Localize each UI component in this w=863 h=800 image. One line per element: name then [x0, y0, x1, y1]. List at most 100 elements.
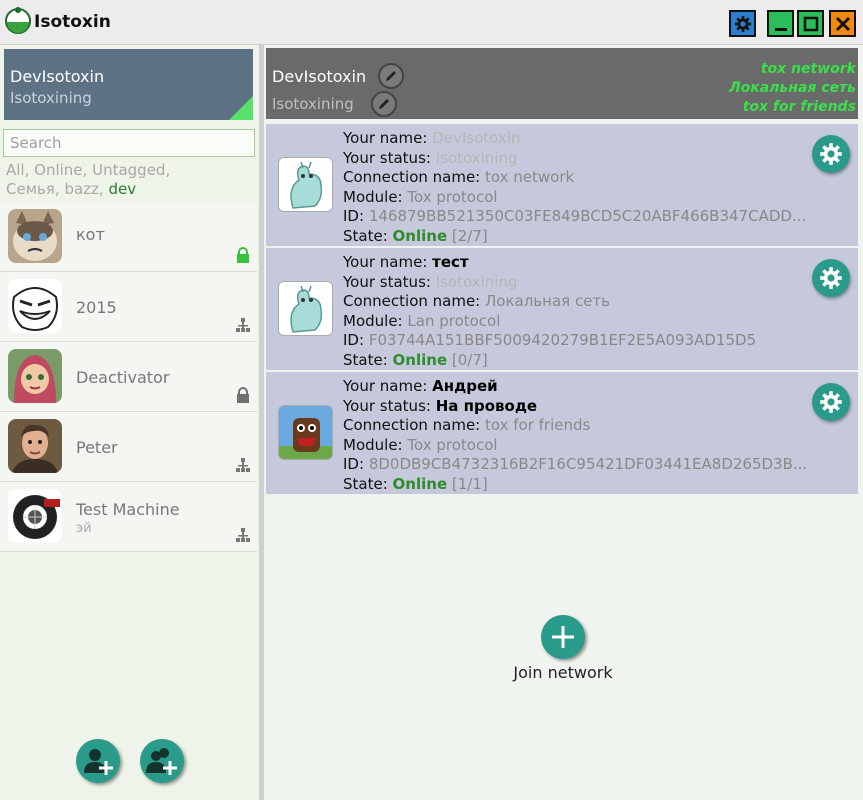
profile-card[interactable]: DevIsotoxin Isotoxining [4, 49, 253, 120]
contact-name: Test Machine [76, 500, 180, 519]
state-count: [2/7] [451, 226, 488, 245]
module-label: Module: [343, 187, 403, 206]
contact-name: Deactivator [76, 368, 170, 387]
module-value: Tox protocol [407, 187, 498, 206]
right-panel: DevIsotoxin Isotoxining tox network Лока… [264, 45, 863, 800]
connection-name-value: tox network [485, 168, 575, 186]
account-details: Your name: Андрей Your status: На провод… [343, 377, 807, 494]
your-status-value: Isotoxining [435, 272, 518, 291]
account-settings-button[interactable] [812, 383, 850, 421]
state-count: [0/7] [451, 350, 488, 369]
pencil-icon [386, 71, 396, 81]
avatar [8, 489, 62, 543]
your-status-value: Isotoxining [435, 148, 518, 167]
state-count: [1/1] [451, 474, 488, 493]
contact-item[interactable]: 2015 [0, 272, 257, 342]
your-status-label: Your status: [343, 396, 431, 415]
gear-icon [734, 15, 751, 32]
network-label: tox network [760, 61, 856, 77]
add-group-button[interactable] [140, 739, 184, 783]
app-title: Isotoxin [34, 12, 111, 32]
state-label: State: [343, 226, 388, 245]
contact-status: эй [76, 521, 92, 536]
avatar [8, 279, 62, 333]
app-logo-icon [5, 7, 31, 34]
id-value: F03744A151BBF5009420279B1EF2E5A093AD15D5 [368, 331, 757, 349]
your-name-value: Андрей [432, 377, 498, 395]
network-icon [236, 528, 250, 542]
profile-status: Isotoxining [10, 89, 92, 107]
connection-name-label: Connection name: [343, 292, 481, 310]
contact-name: кот [76, 225, 105, 244]
status-indicator [229, 96, 253, 120]
id-value: 8D0DB9CB4732316B2F16C95421DF03441EA8D265… [368, 455, 808, 473]
gear-icon [820, 391, 842, 413]
contact-item[interactable]: Test Machine эй [0, 482, 257, 552]
tag-dev[interactable]: dev [108, 180, 136, 198]
connection-name-value: tox for friends [485, 416, 591, 434]
search-input[interactable] [3, 129, 255, 157]
maximize-button[interactable] [797, 10, 824, 37]
network-account-card[interactable]: Your name: Андрей Your status: На провод… [266, 372, 858, 494]
your-name-value: DevIsotoxin [432, 129, 521, 147]
add-contact-button[interactable] [76, 739, 120, 783]
join-network-label: Join network [513, 663, 613, 682]
state-label: State: [343, 474, 388, 493]
id-label: ID: [343, 455, 365, 473]
tag-bazz[interactable]: bazz [64, 180, 98, 198]
network-icon [236, 318, 250, 332]
avatar [8, 419, 62, 473]
edit-status-button[interactable] [371, 91, 397, 117]
tag-all[interactable]: All [6, 161, 25, 179]
settings-button[interactable] [729, 10, 756, 37]
add-contact-icon [84, 749, 113, 775]
id-label: ID: [343, 207, 365, 225]
your-status-value: На проводе [435, 396, 538, 415]
network-account-card[interactable]: Your name: DevIsotoxin Your status: Isot… [266, 124, 858, 246]
account-settings-button[interactable] [812, 135, 850, 173]
avatar [278, 157, 333, 212]
id-label: ID: [343, 331, 365, 349]
left-panel: DevIsotoxin Isotoxining All, Online, Unt… [0, 45, 259, 800]
account-details: Your name: тест Your status: Isotoxining… [343, 253, 756, 370]
state-label: State: [343, 350, 388, 369]
network-account-card[interactable]: Your name: тест Your status: Isotoxining… [266, 248, 858, 370]
add-group-icon [146, 748, 177, 775]
account-details: Your name: DevIsotoxin Your status: Isot… [343, 129, 806, 246]
network-label: tox for friends [742, 99, 856, 115]
contact-name: Peter [76, 438, 118, 457]
header-name: DevIsotoxin [272, 67, 367, 86]
tag-untagged[interactable]: Untagged [92, 161, 165, 179]
contact-list: кот 2015 Deactivator Peter Test Machine … [0, 202, 257, 552]
avatar [8, 209, 62, 263]
header-status: Isotoxining [272, 95, 354, 113]
tag-family[interactable]: Семья [6, 180, 55, 198]
tag-online[interactable]: Online [34, 161, 82, 179]
your-name-label: Your name: [343, 377, 428, 395]
contact-item[interactable]: Peter [0, 412, 257, 482]
state-value: Online [392, 350, 448, 369]
module-label: Module: [343, 311, 403, 330]
connection-name-label: Connection name: [343, 416, 481, 434]
join-network-button[interactable] [541, 615, 585, 659]
connection-name-value: Локальная сеть [485, 292, 610, 310]
profile-header: DevIsotoxin Isotoxining tox network Лока… [266, 48, 858, 119]
close-button[interactable] [829, 10, 856, 37]
connection-name-label: Connection name: [343, 168, 481, 186]
lock-icon [237, 247, 249, 263]
contact-item[interactable]: Deactivator [0, 342, 257, 412]
minimize-button[interactable] [767, 10, 794, 37]
account-settings-button[interactable] [812, 259, 850, 297]
contact-item[interactable]: кот [0, 202, 257, 272]
network-icon [236, 458, 250, 472]
pencil-icon [379, 99, 389, 109]
avatar [8, 349, 62, 403]
edit-name-button[interactable] [378, 63, 404, 89]
network-list: tox network Локальная сеть tox for frien… [729, 60, 856, 117]
gear-icon [820, 143, 842, 165]
close-icon [835, 16, 850, 31]
your-status-label: Your status: [343, 148, 431, 167]
module-label: Module: [343, 435, 403, 454]
your-status-label: Your status: [343, 272, 431, 291]
title-bar: Isotoxin [0, 0, 863, 45]
